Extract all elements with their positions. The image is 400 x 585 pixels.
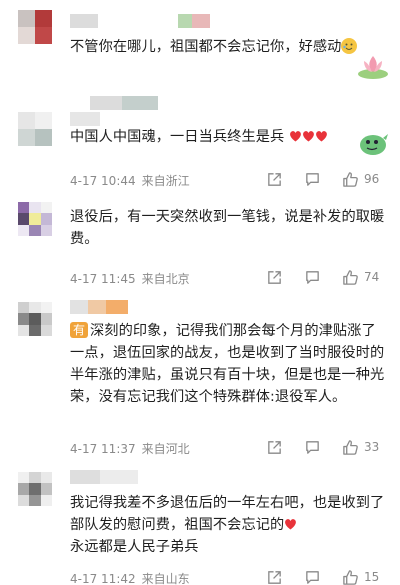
comment-text: 不管你在哪儿，祖国都不会忘记你，好感动 [70, 36, 370, 58]
comment-icon [305, 172, 319, 186]
like-button[interactable] [340, 267, 360, 287]
username-blurred[interactable] [90, 96, 160, 110]
comment-actions: 33 [246, 437, 386, 457]
avatar[interactable] [18, 202, 52, 236]
like-button[interactable] [340, 169, 360, 189]
comment-icon [305, 270, 319, 284]
like-count: 96 [364, 172, 380, 186]
comment-location: 来自浙江 [141, 174, 190, 188]
comment-date: 4-17 11:42 [70, 572, 136, 585]
like-button[interactable] [340, 437, 360, 457]
share-button[interactable] [264, 567, 284, 585]
comment-date: 4-17 11:45 [70, 272, 136, 286]
comment-location: 来自北京 [141, 272, 190, 286]
dinosaur-sticker [355, 128, 391, 156]
reply-button[interactable] [302, 169, 322, 189]
comment-actions: 15 [246, 567, 386, 585]
avatar[interactable] [18, 10, 52, 44]
comment-item: 不管你在哪儿，祖国都不会忘记你，好感动 [0, 0, 400, 88]
thumbs-up-icon [342, 569, 358, 585]
thumbs-up-icon [342, 171, 358, 187]
like-button[interactable] [340, 567, 360, 585]
comment-actions: 74 [246, 267, 386, 287]
username-blurred[interactable] [70, 470, 140, 484]
comment-actions: 96 [246, 169, 386, 189]
avatar[interactable] [18, 112, 52, 146]
comment-text: 我记得我差不多退伍后的一年左右吧，也是收到了部队发的慰问费，祖国不会忘记的 永远都… [70, 495, 385, 555]
share-button[interactable] [264, 437, 284, 457]
share-icon [267, 270, 281, 284]
share-icon [267, 172, 281, 186]
comment-item: 退役后，有一天突然收到一笔钱，说是补发的取暖费。 4-17 11:45 来自北京 … [0, 198, 400, 290]
comment-item: 有深刻的印象，记得我们那会每个月的津贴涨了一点，退伍回家的战友，也是收到了当时服… [0, 290, 400, 460]
comment-date: 4-17 11:37 [70, 442, 136, 456]
comment-meta: 4-17 11:37 来自河北 [70, 440, 196, 457]
comment-text: 有深刻的印象，记得我们那会每个月的津贴涨了一点，退伍回家的战友，也是收到了当时服… [70, 322, 385, 405]
share-icon [267, 570, 281, 584]
like-count: 33 [364, 440, 380, 454]
comment-location: 来自山东 [141, 572, 190, 585]
heart-emoji-row [284, 129, 328, 145]
share-button[interactable] [264, 169, 284, 189]
comment-meta: 4-17 11:45 来自北京 [70, 270, 196, 287]
text-badge: 有 [70, 322, 88, 338]
comment-location: 来自河北 [141, 442, 190, 456]
username-blurred[interactable] [70, 112, 100, 126]
comment-meta: 4-17 11:42 来自山东 [70, 570, 196, 585]
share-button[interactable] [264, 267, 284, 287]
like-count: 15 [364, 570, 380, 584]
share-icon [267, 440, 281, 454]
comment-text: 退役后，有一天突然收到一笔钱，说是补发的取暖费。 [70, 209, 385, 247]
heart-icon [290, 131, 301, 142]
heart-icon [303, 131, 314, 142]
like-count: 74 [364, 270, 380, 284]
avatar[interactable] [18, 472, 52, 506]
comment-item: 中国人中国魂，一日当兵终生是兵 4-17 10:44 来自浙江 96 [0, 88, 400, 198]
reply-button[interactable] [302, 267, 322, 287]
username-blurred[interactable] [70, 14, 230, 28]
thumbs-up-icon [342, 269, 358, 285]
reply-button[interactable] [302, 437, 322, 457]
comment-item: 我记得我差不多退伍后的一年左右吧，也是收到了部队发的慰问费，祖国不会忘记的 永远都… [0, 460, 400, 585]
comment-text: 中国人中国魂，一日当兵终生是兵 [70, 126, 390, 148]
comment-icon [305, 440, 319, 454]
thumbs-up-icon [342, 439, 358, 455]
reply-button[interactable] [302, 567, 322, 585]
username-blurred[interactable] [70, 300, 130, 314]
comment-meta: 4-17 10:44 来自浙江 [70, 172, 196, 189]
comment-date: 4-17 10:44 [70, 174, 136, 188]
lotus-flower-sticker [356, 52, 390, 80]
comment-icon [305, 570, 319, 584]
heart-icon [285, 519, 297, 530]
avatar[interactable] [18, 302, 52, 336]
heart-icon [316, 131, 327, 142]
